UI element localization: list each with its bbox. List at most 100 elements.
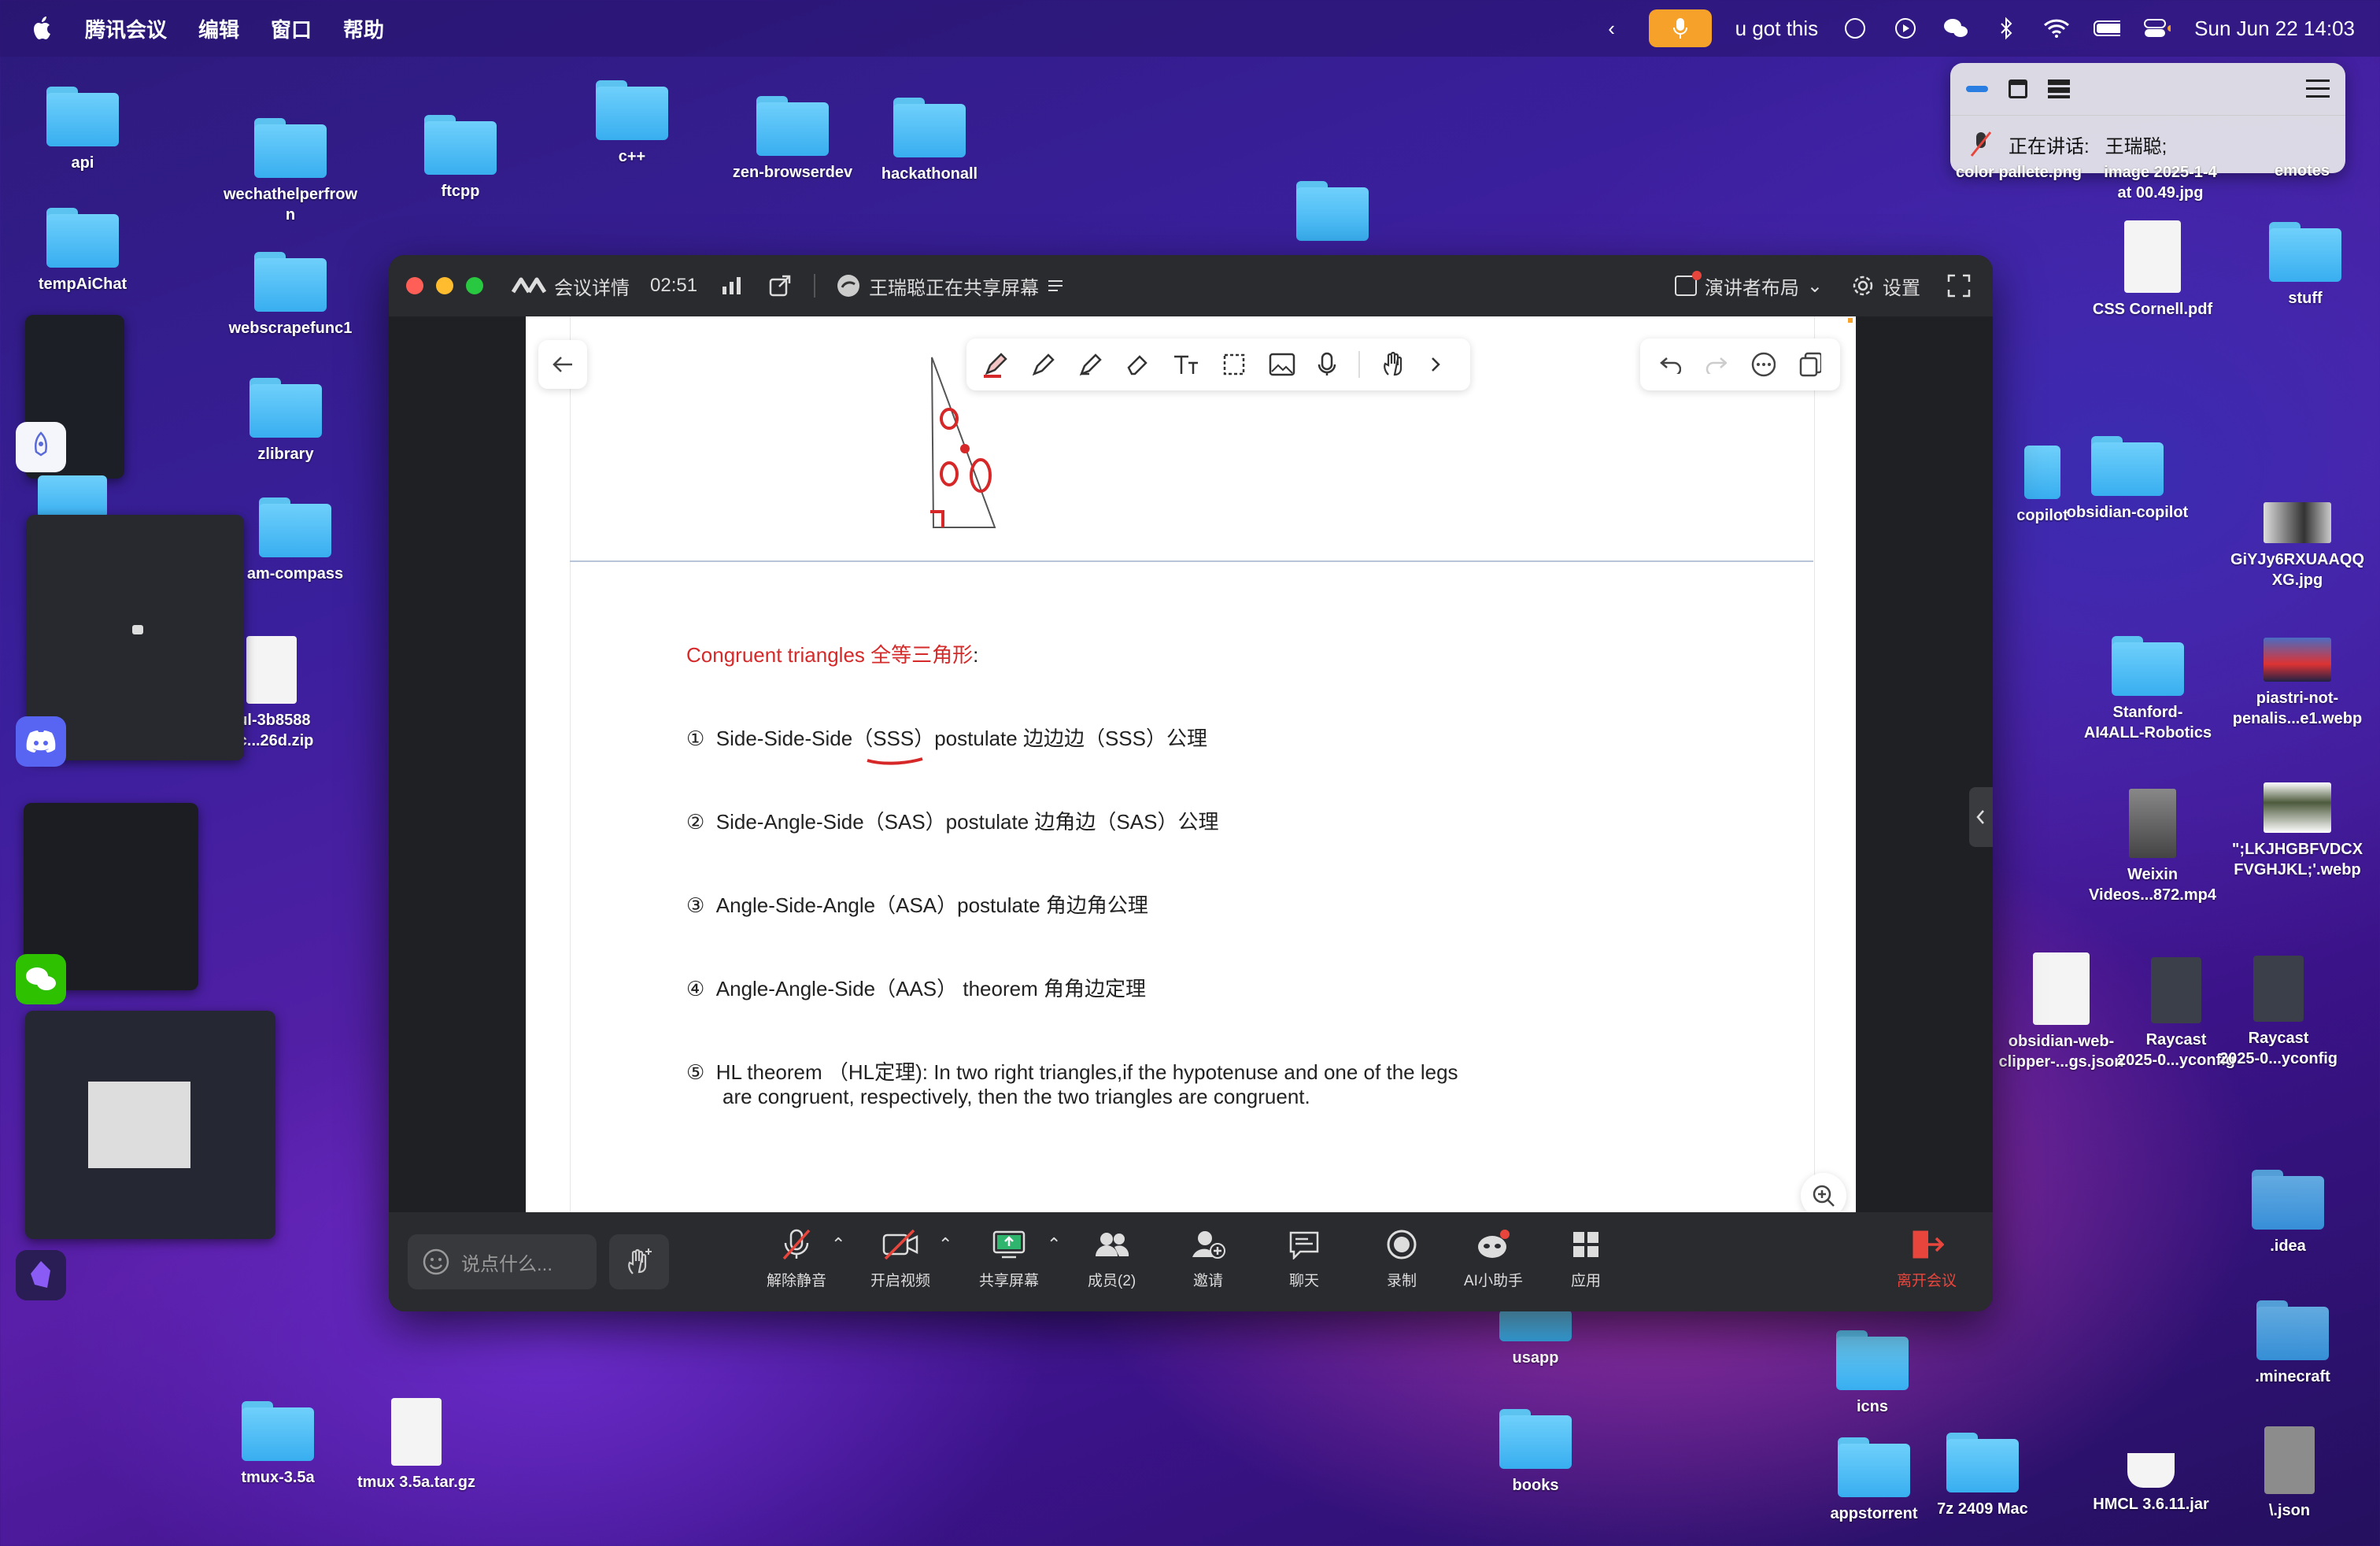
discord-logo-icon: [132, 625, 143, 634]
desktop-folder-idea[interactable]: .idea: [2205, 1170, 2371, 1256]
menu-collapse-icon[interactable]: [2306, 80, 2330, 98]
zoom-window-button[interactable]: [466, 277, 483, 294]
bluetooth-icon[interactable]: [1993, 15, 2020, 42]
desktop-folder-7z[interactable]: 7z 2409 Mac: [1900, 1433, 2065, 1519]
apple-icon[interactable]: [31, 16, 54, 41]
menu-edit[interactable]: 编辑: [198, 14, 239, 43]
desktop-file-css-cornell[interactable]: CSS Cornell.pdf: [2070, 220, 2235, 320]
undo-icon[interactable]: [1659, 355, 1682, 374]
desktop-folder-obsidian-copilot[interactable]: obsidian-copilot: [2045, 436, 2210, 523]
app-menu[interactable]: 腾讯会议: [85, 14, 167, 43]
desktop-folder-icns[interactable]: icns: [1790, 1330, 1955, 1417]
desktop-file-image-jpg[interactable]: image 2025-1-4 at 00.49.jpg: [2078, 162, 2243, 203]
desktop-file-tmux-tgz[interactable]: tmux 3.5a.tar.gz: [334, 1398, 499, 1492]
video-options-chevron[interactable]: ⌃: [938, 1234, 952, 1255]
desktop-folder-stuff[interactable]: stuff: [2223, 222, 2380, 309]
discord-app-icon[interactable]: [16, 716, 66, 767]
gauge-icon[interactable]: [1842, 15, 1868, 42]
settings-button[interactable]: 设置: [1851, 272, 1920, 300]
sharing-status[interactable]: 王瑞聪正在共享屏幕: [836, 272, 1064, 300]
close-window-button[interactable]: [406, 277, 423, 294]
members-button[interactable]: 成员(2): [1088, 1226, 1136, 1290]
signal-bars-icon[interactable]: [721, 276, 745, 296]
minimize-window-button[interactable]: [436, 277, 453, 294]
control-center-icon[interactable]: [2144, 15, 2171, 42]
desktop-file-color-pallete[interactable]: color pallete.png: [1936, 162, 2101, 183]
redo-icon[interactable]: [1705, 355, 1728, 374]
desktop-file-json[interactable]: \.json: [2207, 1426, 2372, 1521]
fullscreen-icon[interactable]: [1947, 274, 1971, 298]
unmute-button[interactable]: 解除静音: [767, 1226, 826, 1290]
desktop-folder-hackathonall[interactable]: hackathonall: [847, 98, 1012, 184]
json-file-icon: [2033, 952, 2090, 1025]
share-screen-button[interactable]: 共享屏幕: [979, 1226, 1039, 1290]
mic-indicator[interactable]: [1648, 9, 1712, 47]
layout-dropdown[interactable]: 演讲者布局 ⌄: [1674, 271, 1823, 300]
chat-input[interactable]: 说点什么...: [408, 1234, 597, 1289]
play-circle-icon[interactable]: [1892, 15, 1919, 42]
desktop-folder-emotes[interactable]: emotes: [2219, 161, 2380, 181]
leave-meeting-button[interactable]: 离开会议: [1897, 1226, 1957, 1290]
folder-icon: [254, 252, 327, 312]
side-collapse-button[interactable]: [1969, 787, 1993, 847]
start-video-button[interactable]: 开启视频: [870, 1226, 930, 1290]
pencil-icon[interactable]: [1031, 352, 1056, 377]
desktop-file-raycast-2[interactable]: Raycast 2025-0...yconfig: [2196, 956, 2361, 1069]
chat-button[interactable]: 聊天: [1286, 1226, 1322, 1290]
speaking-label: 正在讲话:: [2009, 135, 2090, 157]
meeting-control-bar: 说点什么... 解除静音 ⌃ 开启视频 ⌃ 共享屏幕 ⌃ 成员(2) 邀请 聊天…: [389, 1212, 1993, 1311]
desktop-folder-wechathelper[interactable]: wechathelperfrown: [208, 118, 373, 225]
share-out-icon[interactable]: [768, 274, 792, 298]
desktop-folder-tempaichat[interactable]: tempAiChat: [0, 208, 165, 294]
more-options-icon[interactable]: [1750, 351, 1776, 378]
desktop-file-piastri[interactable]: piastri-not- penalis...e1.webp: [2215, 638, 2380, 729]
wechat-icon[interactable]: [1942, 15, 1969, 42]
minimize-icon[interactable]: [1966, 86, 1988, 92]
shape-select-icon[interactable]: [1221, 352, 1247, 377]
desktop-folder-webscrapefunc1[interactable]: webscrapefunc1: [208, 252, 373, 338]
meeting-timer: 02:51: [650, 275, 698, 296]
back-button[interactable]: [538, 340, 587, 389]
text-tool-icon[interactable]: [1173, 352, 1199, 377]
image-icon[interactable]: [1269, 353, 1295, 376]
menubar-clock[interactable]: Sun Jun 22 14:03: [2194, 17, 2355, 41]
chevron-right-icon[interactable]: [1429, 355, 1442, 374]
desktop-file-webp[interactable]: ";LKJHGBFVDCX FVGHJKL;'.webp: [2215, 782, 2380, 880]
eraser-icon[interactable]: [1125, 352, 1151, 377]
desktop-folder-books[interactable]: books: [1453, 1409, 1618, 1496]
desktop-folder-cpp[interactable]: c++: [549, 80, 715, 167]
hand-tool-icon[interactable]: [1382, 351, 1407, 378]
chevron-left-icon[interactable]: ‹: [1598, 15, 1625, 42]
desktop-folder-minecraft[interactable]: .minecraft: [2210, 1300, 2375, 1387]
desktop-folder-zlibrary[interactable]: zlibrary: [203, 378, 368, 464]
meeting-details[interactable]: 会议详情: [512, 272, 630, 300]
desktop-folder-api[interactable]: api: [0, 87, 165, 173]
mute-options-chevron[interactable]: ⌃: [831, 1234, 845, 1255]
copy-pages-icon[interactable]: [1799, 352, 1821, 377]
share-options-chevron[interactable]: ⌃: [1047, 1234, 1061, 1255]
window-icon[interactable]: [2009, 80, 2027, 98]
desktop-file-weixin-video[interactable]: Weixin Videos...872.mp4: [2070, 789, 2235, 905]
obsidian-app-icon[interactable]: [16, 1250, 66, 1300]
desktop-folder-usapp[interactable]: usapp: [1453, 1310, 1618, 1368]
microphone-icon[interactable]: [1318, 352, 1336, 377]
wifi-icon[interactable]: [2043, 15, 2070, 42]
battery-icon[interactable]: [2094, 15, 2121, 42]
record-button[interactable]: 录制: [1384, 1226, 1420, 1290]
ai-assistant-button[interactable]: AI小助手: [1464, 1226, 1523, 1290]
desktop-folder-ftcpp[interactable]: ftcpp: [378, 115, 543, 202]
invite-button[interactable]: 邀请: [1190, 1226, 1226, 1290]
menu-help[interactable]: 帮助: [343, 14, 384, 43]
window-thumbnail-meeting[interactable]: [25, 1011, 275, 1239]
highlighter-icon[interactable]: [1078, 352, 1103, 377]
menu-window[interactable]: 窗口: [271, 14, 312, 43]
apps-button[interactable]: 应用: [1568, 1226, 1604, 1290]
desktop-folder-stanford[interactable]: Stanford- AI4ALL-Robotics: [2065, 636, 2230, 743]
rocket-app-icon[interactable]: [16, 422, 66, 472]
desktop-file-giyjy[interactable]: GiYJy6RXUAAQQ XG.jpg: [2215, 502, 2380, 590]
marker-pen-icon[interactable]: [982, 351, 1009, 378]
desktop-folder-unnamed[interactable]: [1250, 181, 1415, 247]
raise-hand-button[interactable]: [609, 1234, 669, 1289]
wechat-app-icon[interactable]: [16, 954, 66, 1004]
list-layout-icon[interactable]: [2048, 80, 2070, 98]
